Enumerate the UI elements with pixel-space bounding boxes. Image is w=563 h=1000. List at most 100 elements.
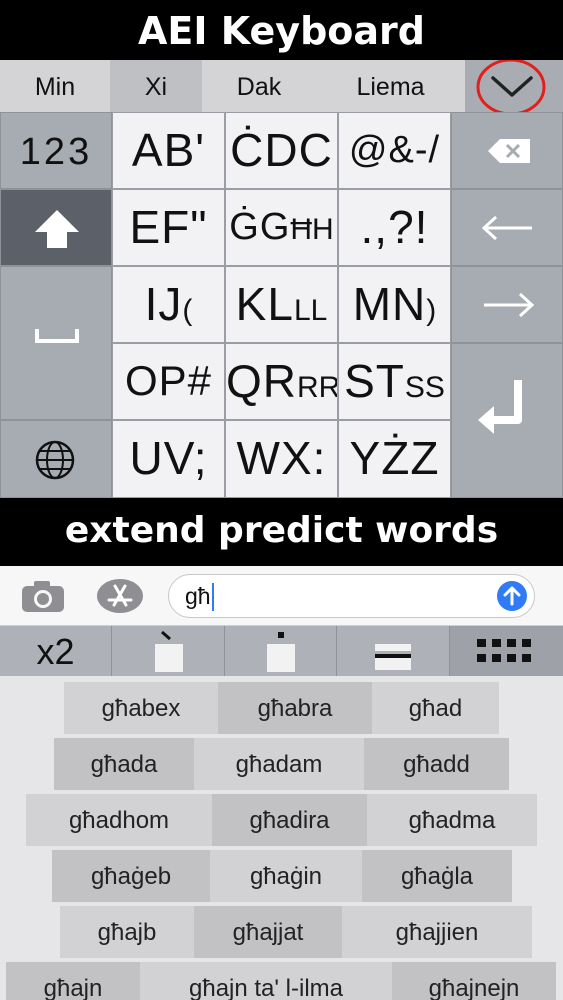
backspace-icon [488,139,530,163]
dot-above-key-icon [267,632,295,672]
prediction-liema[interactable]: Liema [316,60,465,112]
word-suggestion-grid: għabex għabra għad għada għadam għadd għ… [0,676,563,1000]
cursor-right-key[interactable] [451,266,563,343]
key-extra: RR [297,371,338,404]
key-st[interactable]: STSS [338,343,451,420]
key-ij[interactable]: IJ( [112,266,225,343]
word-suggestion[interactable]: għaġin [210,850,362,902]
key-label: WX: [236,432,327,484]
grid-icon [477,639,531,662]
space-key[interactable] [0,266,112,420]
word-suggestion[interactable]: għadd [364,738,509,790]
camera-icon[interactable] [20,578,66,614]
word-suggestion[interactable]: għad [372,682,499,734]
text-caret [212,583,214,611]
key-ab[interactable]: ABʹ [112,112,225,189]
word-suggestion[interactable]: għabex [64,682,218,734]
arrow-right-icon [484,292,535,318]
x2-key[interactable]: x2 [0,626,112,676]
key-label: YŻZ [349,432,440,484]
grave-accent-key-icon [155,630,183,672]
shift-key[interactable] [0,189,112,266]
key-op[interactable]: OP# [112,343,225,420]
word-suggestion[interactable]: għaġeb [52,850,210,902]
word-suggestion[interactable]: għajnejn [392,962,556,1000]
prediction-xi[interactable]: Xi [110,60,202,112]
key-uv[interactable]: UV; [112,420,225,498]
key-label: .,?! [360,201,429,253]
key-label: QR [226,355,297,407]
shift-arrow-icon [35,210,79,248]
word-suggestion[interactable]: għajjien [342,906,532,958]
message-text-field[interactable]: għ [168,574,535,618]
globe-key[interactable] [0,420,112,498]
key-extra: LL [293,294,328,327]
key-label: AB [131,124,196,176]
message-text-value: għ [185,583,211,609]
key-symbols-1[interactable]: @&-/ [338,112,451,189]
key-kl[interactable]: KLLL [225,266,338,343]
key-gh[interactable]: ĠGĦH [225,189,338,266]
globe-icon [35,440,75,480]
x2-key-label: x2 [36,631,75,672]
key-punctuation[interactable]: .,?! [338,189,451,266]
key-label: ĊDC [230,124,333,176]
prediction-min[interactable]: Min [0,60,110,112]
annotation-circle [476,60,546,112]
key-extra: " [190,201,208,253]
key-label: OP# [124,357,213,404]
return-icon [478,380,522,434]
word-suggestion[interactable]: għadam [194,738,364,790]
dot-above-key[interactable] [225,626,337,676]
key-mn[interactable]: MN) [338,266,451,343]
key-extra: ( [182,294,193,327]
key-label: MN [352,278,427,330]
key-label: @&-/ [348,129,441,171]
numbers-key[interactable]: 123 [0,112,112,189]
backspace-key[interactable] [451,112,563,189]
word-suggestion[interactable]: għaġla [362,850,512,902]
word-suggestion[interactable]: għajjat [194,906,342,958]
app-title-banner: AEI Keyboard [0,0,563,60]
accent-toolbar: x2 [0,626,563,676]
app-store-icon[interactable] [96,578,144,614]
keyboard: 123 ABʹ ĊDC @&-/ EF" ĠGĦH .,?! IJ( KLLL … [0,112,563,498]
collapse-keyboard-button[interactable] [465,60,563,112]
cursor-left-key[interactable] [451,189,563,266]
key-qr[interactable]: QRRR [225,343,338,420]
key-label: KL [235,278,294,330]
key-label: IJ [144,278,183,330]
arrow-left-icon [481,215,532,241]
word-suggestion[interactable]: għajb [60,906,194,958]
key-wx[interactable]: WX: [225,420,338,498]
word-suggestion[interactable]: għada [54,738,194,790]
numbers-key-label: 123 [19,131,93,173]
word-suggestion[interactable]: għadhom [26,794,212,846]
key-extra: ) [426,294,437,327]
send-arrow-icon[interactable] [496,580,528,612]
key-extra: ʹ [195,124,206,176]
word-suggestion[interactable]: għabra [218,682,372,734]
prediction-dak[interactable]: Dak [202,60,316,112]
word-suggestion[interactable]: għadma [367,794,537,846]
word-suggestion[interactable]: għajn ta' l-ilma [140,962,392,1000]
key-extra: ĦH [290,213,334,246]
return-key[interactable] [451,343,563,498]
message-input-bar: għ [0,566,563,626]
word-suggestion[interactable]: għadira [212,794,367,846]
feature-caption-banner: extend predict words [0,498,563,566]
key-cdc[interactable]: ĊDC [225,112,338,189]
grid-key[interactable] [450,626,563,676]
chevron-down-icon [476,60,546,112]
key-label: EF [129,201,191,253]
word-suggestion[interactable]: għajn [6,962,140,1000]
key-ef[interactable]: EF" [112,189,225,266]
key-label: ST [344,355,405,407]
key-label: UV; [129,432,208,484]
bar-key[interactable] [337,626,450,676]
bar-key-icon [375,644,411,670]
key-yz[interactable]: YŻZ [338,420,451,498]
grave-accent-key[interactable] [112,626,225,676]
key-extra: SS [404,371,445,404]
space-bracket-icon [35,329,79,343]
